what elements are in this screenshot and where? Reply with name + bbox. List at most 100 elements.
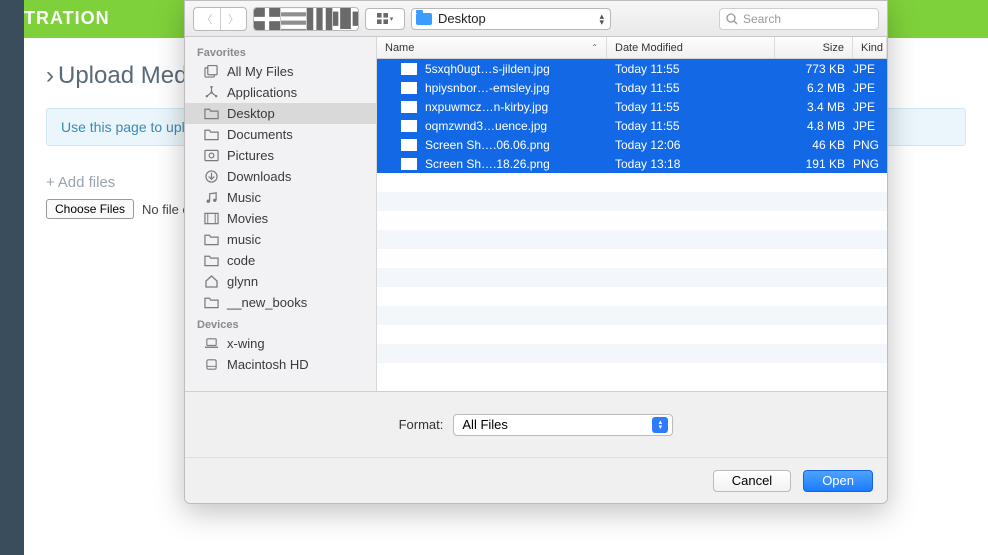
forward-button[interactable]: 〉 [220,8,246,30]
folder-icon [416,13,432,25]
view-columns-button[interactable] [306,8,332,30]
view-icons-button[interactable] [254,8,280,30]
sidebar-item-movies[interactable]: Movies [185,208,376,229]
file-name: nxpuwmcz…n-kirby.jpg [425,100,548,114]
file-name: Screen Sh….18.26.png [425,157,550,171]
file-row[interactable]: Screen Sh….06.06.pngToday 12:0646 KBPNG [377,135,887,154]
sidebar-item-documents[interactable]: Documents [185,124,376,145]
folder-icon [203,233,219,246]
sidebar-item-label: Downloads [227,169,291,184]
sidebar-item-label: glynn [227,274,258,289]
dialog-toolbar: 〈 〉 ▾ Desktop ▴▾ [185,1,887,37]
sidebar-item-label: Movies [227,211,268,226]
pictures-icon [203,149,219,162]
search-icon [726,13,738,25]
empty-row [377,192,887,211]
nav-segment: 〈 〉 [193,7,247,31]
sidebar-item-music[interactable]: Music [185,187,376,208]
file-name: 5sxqh0ugt…s-jilden.jpg [425,62,550,76]
file-row[interactable]: nxpuwmcz…n-kirby.jpg Today 11:553.4 MBJPE [377,97,887,116]
sidebar-item-label: Pictures [227,148,274,163]
file-name: oqmzwnd3…uence.jpg [425,119,547,133]
sidebar-item-music[interactable]: music [185,229,376,250]
group-dropdown[interactable]: ▾ [365,8,405,30]
column-date[interactable]: Date Modified [607,37,775,58]
sidebar-item-label: Documents [227,127,293,142]
sidebar-item-x-wing[interactable]: x-wing [185,333,376,354]
file-thumbnail-icon [401,101,417,113]
file-thumbnail-icon [401,139,417,151]
file-size: 6.2 MB [775,81,853,95]
file-thumbnail-icon [401,158,417,170]
sidebar-item-label: code [227,253,255,268]
file-row[interactable]: hpiysnbor…-emsley.jpg Today 11:556.2 MBJP… [377,78,887,97]
search-input[interactable]: Search [719,8,879,30]
column-headers: Name⌃ Date Modified Size Kind [377,37,887,59]
file-kind: JPE [853,100,887,114]
sidebar-item-macintosh-hd[interactable]: Macintosh HD [185,354,376,375]
file-thumbnail-icon [401,120,417,132]
file-row[interactable]: 5sxqh0ugt…s-jilden.jpgToday 11:55773 KBJ… [377,59,887,78]
sidebar-item--new-books[interactable]: __new_books [185,292,376,313]
location-dropdown[interactable]: Desktop ▴▾ [411,8,611,30]
file-row[interactable]: Screen Sh….18.26.pngToday 13:18191 KBPNG [377,154,887,173]
sidebar-item-desktop[interactable]: Desktop [185,103,376,124]
file-date: Today 11:55 [607,81,775,95]
apps-icon [203,86,219,99]
empty-row [377,363,887,382]
sidebar-item-pictures[interactable]: Pictures [185,145,376,166]
sidebar-item-glynn[interactable]: glynn [185,271,376,292]
file-size: 46 KB [775,138,853,152]
folder-icon [203,128,219,141]
folder-icon [203,107,219,120]
folder-icon [203,254,219,267]
sidebar-item-label: music [227,232,261,247]
view-coverflow-button[interactable] [332,8,358,30]
empty-row [377,173,887,192]
open-button[interactable]: Open [803,470,873,492]
file-row[interactable]: oqmzwnd3…uence.jpgToday 11:554.8 MBJPE [377,116,887,135]
cancel-button[interactable]: Cancel [713,470,791,492]
movies-icon [203,212,219,225]
view-segment [253,7,359,31]
back-button[interactable]: 〈 [194,8,220,30]
file-kind: JPE [853,81,887,95]
empty-row [377,249,887,268]
file-date: Today 13:18 [607,157,775,171]
file-list[interactable]: 5sxqh0ugt…s-jilden.jpgToday 11:55773 KBJ… [377,59,887,391]
empty-row [377,268,887,287]
column-kind[interactable]: Kind [853,37,887,58]
sidebar-item-label: Music [227,190,261,205]
downloads-icon [203,170,219,183]
file-thumbnail-icon [401,82,417,94]
view-list-button[interactable] [280,8,306,30]
sidebar-item-applications[interactable]: Applications [185,82,376,103]
home-icon [203,275,219,288]
format-select[interactable]: All Files ▴▾ [453,414,673,436]
column-size[interactable]: Size [775,37,853,58]
favorites-heading: Favorites [185,41,376,61]
sidebar-item-label: All My Files [227,64,293,79]
file-size: 191 KB [775,157,853,171]
file-name: hpiysnbor…-emsley.jpg [425,81,550,95]
devices-heading: Devices [185,313,376,333]
sidebar-item-all-my-files[interactable]: All My Files [185,61,376,82]
file-kind: JPE [853,62,887,76]
format-label: Format: [399,417,444,432]
choose-files-button[interactable]: Choose Files [46,199,134,219]
empty-row [377,230,887,249]
file-size: 3.4 MB [775,100,853,114]
empty-row [377,287,887,306]
sidebar-item-downloads[interactable]: Downloads [185,166,376,187]
music-icon [203,191,219,204]
file-date: Today 11:55 [607,100,775,114]
file-size: 4.8 MB [775,119,853,133]
sidebar-item-code[interactable]: code [185,250,376,271]
empty-row [377,344,887,363]
dialog-sidebar: Favorites All My Files ApplicationsDeskto… [185,37,377,391]
location-text: Desktop [438,11,593,26]
dialog-footer: Cancel Open [185,457,887,503]
column-name[interactable]: Name⌃ [377,37,607,58]
file-date: Today 12:06 [607,138,775,152]
file-date: Today 11:55 [607,62,775,76]
